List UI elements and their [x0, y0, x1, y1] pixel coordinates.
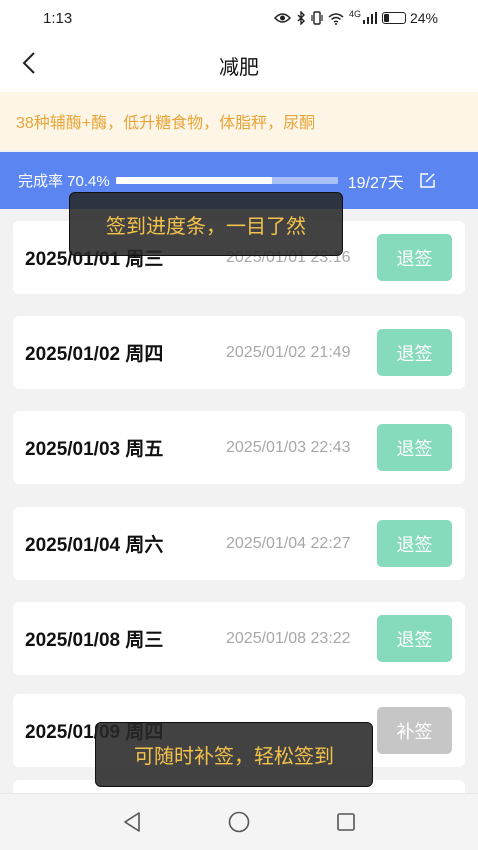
notice-text: 38种辅酶+酶，低升糖食物，体脂秤，尿酮 — [16, 115, 316, 132]
circle-home-icon — [228, 811, 250, 833]
notice-banner: 38种辅酶+酶，低升糖食物，体脂秤，尿酮 — [0, 92, 478, 150]
cancel-checkin-button[interactable]: 退签 — [377, 424, 452, 471]
cancel-checkin-button[interactable]: 退签 — [377, 520, 452, 567]
makeup-tooltip: 可随时补签，轻松签到 — [95, 722, 373, 787]
eye-icon — [273, 13, 291, 23]
progress-bar — [115, 177, 338, 184]
progress-label: 完成率 70.4% — [18, 173, 110, 190]
checkin-list[interactable]: 2025/01/01 周三 2025/01/01 23:16 退签 2025/0… — [0, 209, 478, 793]
cancel-checkin-button[interactable]: 退签 — [377, 234, 452, 281]
checkin-time: 2025/01/04 22:27 — [226, 534, 351, 552]
battery-icon — [381, 12, 406, 24]
system-nav-bar — [0, 793, 478, 850]
bluetooth-icon — [297, 11, 305, 25]
checkin-card: 2025/01/04 周六 2025/01/04 22:27 退签 — [13, 507, 465, 580]
edit-button[interactable] — [418, 171, 438, 191]
network-type: 4G — [348, 9, 361, 19]
status-time: 1:13 — [43, 9, 73, 27]
makeup-checkin-button[interactable]: 补签 — [377, 707, 452, 754]
progress-tooltip-text: 签到进度条，一目了然 — [106, 215, 306, 238]
checkin-time: 2025/01/08 23:22 — [226, 629, 351, 647]
checkin-card: 2025/01/02 周四 2025/01/02 21:49 退签 — [13, 316, 465, 389]
wifi-icon — [328, 12, 344, 25]
vibrate-icon — [311, 11, 323, 25]
checkin-time: 2025/01/02 21:49 — [226, 343, 351, 361]
cancel-checkin-button[interactable]: 退签 — [377, 615, 452, 662]
triangle-back-icon — [123, 812, 140, 832]
checkin-date: 2025/01/03 周五 — [25, 439, 164, 460]
page-title: 减肥 — [219, 57, 259, 79]
checkin-date: 2025/01/08 周三 — [25, 630, 164, 651]
back-button[interactable] — [14, 48, 44, 78]
battery-indicator: 24% — [381, 10, 438, 26]
makeup-tooltip-text: 可随时补签，轻松签到 — [134, 746, 334, 768]
cancel-checkin-button[interactable]: 退签 — [377, 329, 452, 376]
signal-icon — [362, 12, 377, 24]
checkin-time: 2025/01/03 22:43 — [226, 438, 351, 456]
system-back-button[interactable] — [112, 802, 152, 842]
checkin-card: 2025/01/08 周三 2025/01/08 23:22 退签 — [13, 602, 465, 675]
chevron-left-icon — [22, 52, 35, 74]
status-bar: 1:13 4G 24% — [0, 0, 478, 36]
battery-level: 24% — [409, 10, 438, 26]
system-recent-button[interactable] — [326, 802, 366, 842]
checkin-date: 2025/01/02 周四 — [25, 344, 164, 365]
system-home-button[interactable] — [219, 802, 259, 842]
square-recent-icon — [337, 813, 356, 831]
status-icons: 4G 24% — [273, 9, 438, 26]
progress-bar-fill — [115, 177, 272, 184]
progress-days: 19/27天 — [347, 174, 404, 192]
checkin-date: 2025/01/04 周六 — [25, 535, 164, 556]
checkin-card: 2025/01/03 周五 2025/01/03 22:43 退签 — [13, 411, 465, 484]
progress-tooltip: 签到进度条，一目了然 — [69, 192, 343, 256]
header: 减肥 — [0, 36, 478, 92]
edit-icon — [420, 173, 435, 188]
